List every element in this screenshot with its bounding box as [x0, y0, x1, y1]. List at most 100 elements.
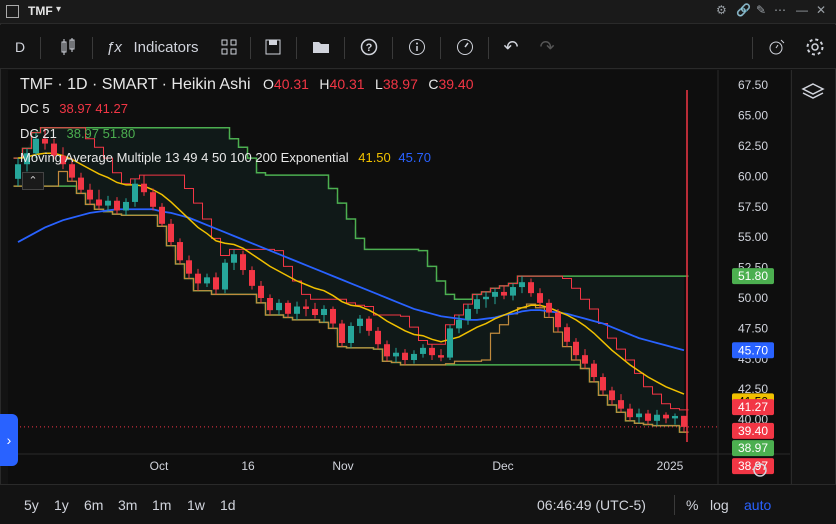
candle-body: [627, 408, 633, 418]
candle-body: [96, 199, 102, 206]
candle-body: [429, 347, 435, 356]
price-tick-label: 65.00: [738, 109, 768, 123]
percent-toggle[interactable]: %: [686, 497, 698, 513]
candle-body: [366, 318, 372, 331]
legend-dc21-value1: 38.97: [66, 126, 100, 141]
top-toolbar: D ƒx Indicators ? ↶ ↷: [0, 25, 836, 69]
legend-ma-name: Moving Average Multiple 13 49 4 50 100 2…: [20, 150, 349, 165]
link-icon[interactable]: 🔗: [736, 3, 751, 17]
candle-body: [258, 285, 264, 298]
range-1y[interactable]: 1y: [54, 497, 69, 513]
candle-body: [384, 344, 390, 357]
candle-body: [105, 200, 111, 206]
candle-body: [285, 302, 291, 314]
candle-body: [294, 306, 300, 314]
candle-body: [528, 282, 534, 294]
minimize-icon[interactable]: —: [796, 3, 808, 17]
candle-body: [411, 353, 417, 361]
candle-body: [204, 277, 210, 284]
undo-icon[interactable]: ↶: [498, 25, 524, 69]
layout-grid-icon[interactable]: [216, 25, 242, 69]
svg-text:?: ?: [366, 42, 373, 54]
price-tick-label: 62.50: [738, 139, 768, 153]
info-icon[interactable]: [404, 25, 430, 69]
candle-body: [87, 189, 93, 200]
candle-body: [375, 330, 381, 345]
candle-body: [465, 308, 471, 320]
gear-icon[interactable]: [802, 25, 828, 69]
expand-sidebar-button[interactable]: ›: [0, 414, 18, 466]
help-icon[interactable]: ?: [356, 25, 382, 69]
legend-collapse-button[interactable]: ⌃: [22, 172, 44, 190]
legend-h-label: H: [319, 76, 330, 92]
legend-dc5-value1: 38.97: [59, 101, 92, 116]
candle-body: [456, 319, 462, 329]
candle-body: [159, 206, 165, 224]
toolbar-divider: [40, 37, 41, 59]
range-1d[interactable]: 1d: [220, 497, 236, 513]
indicators-button[interactable]: Indicators: [128, 25, 204, 69]
price-label-value: 41.27: [738, 400, 768, 414]
candle-body: [276, 302, 282, 311]
candle-body: [240, 254, 246, 271]
candle-body: [663, 414, 669, 419]
legend-h-value: 40.31: [329, 76, 365, 92]
price-tick-label: 55.00: [738, 230, 768, 244]
candle-body: [672, 415, 678, 419]
candle-body: [267, 298, 273, 311]
candle-body: [438, 355, 444, 358]
legend-symbol[interactable]: TMF · 1D · SMART · Heikin Ashi: [20, 76, 251, 93]
legend-dc5-row[interactable]: DC 5 38.97 41.27: [20, 101, 128, 116]
legend-ma-value1: 41.50: [358, 150, 391, 165]
range-5y[interactable]: 5y: [24, 497, 39, 513]
bottom-divider: [674, 495, 675, 515]
pin-icon[interactable]: ✎: [756, 3, 766, 17]
range-3m[interactable]: 3m: [118, 497, 137, 513]
toolbar-divider: [392, 37, 393, 59]
candle-body: [339, 323, 345, 343]
price-label-value: 38.97: [738, 441, 768, 455]
range-1w[interactable]: 1w: [187, 497, 205, 513]
log-toggle[interactable]: log: [710, 497, 729, 513]
replay-icon[interactable]: [452, 25, 478, 69]
close-icon[interactable]: ✕: [816, 3, 826, 17]
clock-timezone[interactable]: 06:46:49 (UTC-5): [537, 497, 646, 513]
toolbar-divider: [250, 37, 251, 59]
candle-type-icon[interactable]: [54, 25, 82, 69]
candle-body: [654, 414, 660, 421]
window-title[interactable]: TMF: [28, 4, 53, 18]
candle-body: [114, 200, 120, 211]
legend-ma-row[interactable]: Moving Average Multiple 13 49 4 50 100 2…: [20, 150, 431, 165]
redo-icon[interactable]: ↷: [534, 25, 560, 69]
candle-body: [618, 400, 624, 409]
range-6m[interactable]: 6m: [84, 497, 103, 513]
time-tick-label: 2025: [657, 459, 684, 473]
price-tick-label: 57.50: [738, 200, 768, 214]
legend-dc21-row[interactable]: DC 21 38.97 51.80: [20, 126, 135, 141]
range-1m[interactable]: 1m: [152, 497, 171, 513]
layers-icon[interactable]: [801, 82, 825, 109]
candle-body: [510, 287, 516, 296]
settings-small-icon[interactable]: ⚙: [716, 3, 727, 17]
interval-button[interactable]: D: [8, 25, 32, 69]
legend-ma-value2: 45.70: [398, 150, 431, 165]
candle-body: [591, 363, 597, 378]
toolbar-divider: [296, 37, 297, 59]
candle-body: [249, 270, 255, 286]
candle-body: [393, 352, 399, 357]
candle-body: [474, 299, 480, 309]
toolbar-divider: [752, 37, 753, 59]
more-icon[interactable]: ⋯: [774, 3, 786, 17]
candle-body: [141, 183, 147, 193]
chevron-down-icon[interactable]: ▾: [56, 4, 61, 15]
save-icon[interactable]: [260, 25, 286, 69]
candle-body: [213, 277, 219, 290]
folder-icon[interactable]: [308, 25, 334, 69]
price-label-value: 51.80: [738, 269, 768, 283]
price-tick-label: 50.00: [738, 291, 768, 305]
price-label-value: 39.40: [738, 424, 768, 438]
auto-toggle[interactable]: auto: [744, 497, 771, 513]
candle-body: [312, 308, 318, 316]
legend-l-label: L: [375, 76, 383, 92]
alert-icon[interactable]: [764, 25, 790, 69]
